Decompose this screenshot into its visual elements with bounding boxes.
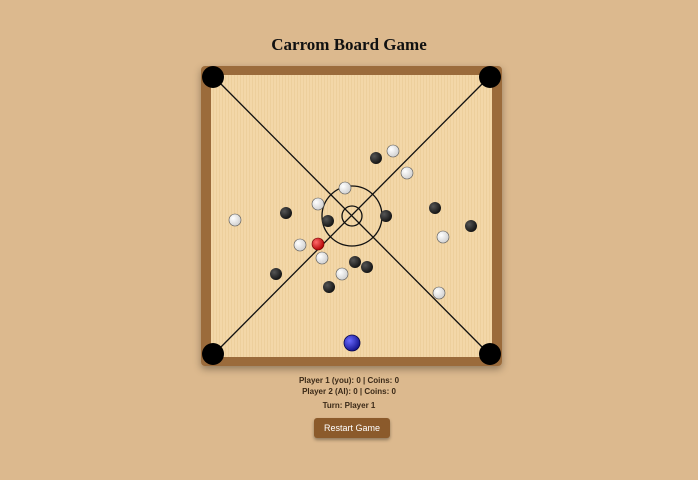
- white-coin: [338, 181, 352, 195]
- white-coin: [432, 286, 446, 300]
- pocket-top-right: [479, 66, 501, 88]
- turn-indicator: Turn: Player 1: [322, 401, 376, 410]
- restart-button[interactable]: Restart Game: [314, 418, 390, 438]
- white-coin: [335, 267, 349, 281]
- black-coin: [361, 261, 373, 273]
- player1-score: Player 1 (you): 0 | Coins: 0: [298, 376, 400, 385]
- black-coin: [380, 210, 392, 222]
- carrom-board[interactable]: [201, 66, 502, 366]
- white-coin: [228, 213, 242, 227]
- black-coin: [349, 256, 361, 268]
- black-coin: [322, 215, 334, 227]
- black-coin: [280, 207, 292, 219]
- white-coin: [315, 251, 329, 265]
- white-coin: [311, 197, 325, 211]
- board-canvas[interactable]: [201, 66, 502, 366]
- black-coin: [270, 268, 282, 280]
- white-coin: [436, 230, 450, 244]
- pocket-top-left: [202, 66, 224, 88]
- white-coin: [400, 166, 414, 180]
- black-coin: [429, 202, 441, 214]
- pocket-bottom-right: [479, 343, 501, 365]
- queen-coin: [311, 237, 325, 251]
- black-coin: [465, 220, 477, 232]
- pocket-bottom-left: [202, 343, 224, 365]
- player2-score: Player 2 (AI): 0 | Coins: 0: [302, 387, 396, 396]
- white-coin: [293, 238, 307, 252]
- black-coin: [323, 281, 335, 293]
- white-coin: [386, 144, 400, 158]
- page-title: Carrom Board Game: [271, 35, 427, 54]
- striker[interactable]: [343, 334, 361, 352]
- black-coin: [370, 152, 382, 164]
